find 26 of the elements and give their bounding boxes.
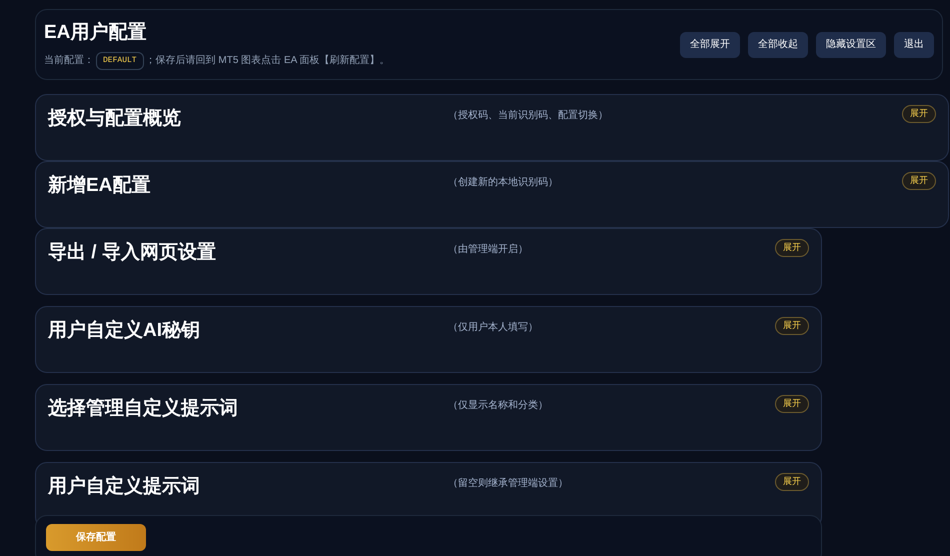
header-button[interactable]: 全部展开 [680, 32, 740, 58]
header-button[interactable]: 退出 [894, 32, 934, 58]
header-button[interactable]: 全部收起 [748, 32, 808, 58]
expand-button[interactable]: 展开 [902, 172, 936, 190]
section-hint: （授权码、当前识别码、配置切换） [448, 108, 609, 123]
section-title[interactable]: 新增EA配置 [48, 172, 448, 200]
header-button[interactable]: 隐藏设置区 [816, 32, 886, 58]
section-hint: （由管理端开启） [448, 242, 529, 257]
section-title[interactable]: 选择管理自定义提示词 [48, 395, 448, 424]
expand-button[interactable]: 展开 [775, 395, 809, 413]
section-title[interactable]: 用户自定义AI秘钥 [48, 317, 448, 346]
section-title[interactable]: 用户自定义提示词 [48, 473, 448, 502]
expand-button[interactable]: 展开 [775, 473, 809, 491]
section-hint: （仅用户本人填写） [448, 320, 539, 335]
page-title: EA用户配置 [44, 20, 148, 46]
expand-button[interactable]: 展开 [775, 317, 809, 335]
expand-button[interactable]: 展开 [775, 239, 809, 257]
section-hint: （留空则继承管理端设置） [448, 476, 569, 491]
section-title[interactable]: 授权与配置概览 [48, 105, 448, 134]
section-title[interactable]: 导出 / 导入网页设置 [48, 239, 448, 268]
section-hint: （创建新的本地识别码） [448, 176, 559, 190]
instruction-text: ；保存后请回到 MT5 图表点击 EA 面板【刷新配置】。 [146, 54, 390, 68]
current-config-label: 当前配置： [44, 54, 94, 68]
expand-button[interactable]: 展开 [902, 105, 936, 123]
profile-tag: DEFAULT [96, 52, 144, 70]
section-hint: （仅显示名称和分类） [448, 398, 549, 413]
